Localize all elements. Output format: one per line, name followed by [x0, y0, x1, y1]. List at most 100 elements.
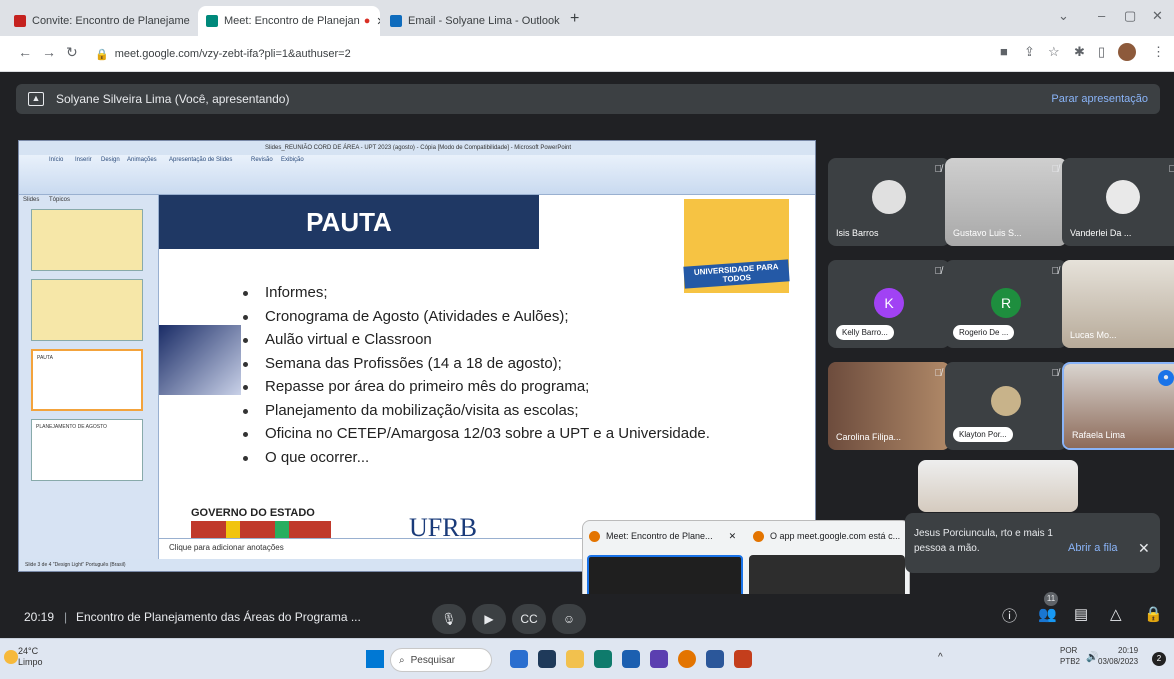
- participant-tile[interactable]: 🎙̸ Isis Barros: [828, 158, 950, 246]
- new-tab-button[interactable]: +: [570, 10, 579, 28]
- menu-icon[interactable]: ⋮: [1152, 44, 1165, 60]
- mic-off-icon: 🎙̸: [1051, 164, 1060, 175]
- participant-tile[interactable]: Lucas Mo...: [1062, 260, 1174, 348]
- participant-tile[interactable]: 🎙̸ Klayton Por...: [945, 362, 1067, 450]
- slide-heading: PAUTA: [159, 195, 539, 249]
- participant-name: Carolina Filipa...: [836, 432, 902, 442]
- close-icon[interactable]: ✕: [190, 15, 197, 28]
- thumb-title: PAUTA: [37, 355, 53, 361]
- star-icon[interactable]: ☆: [1048, 44, 1060, 60]
- browser-tab-invite[interactable]: Convite: Encontro de Planejame ✕: [6, 6, 196, 36]
- browser-tab-meet[interactable]: Meet: Encontro de Planejan ● ✕: [198, 6, 380, 36]
- participant-tile[interactable]: K 🎙̸ Kelly Barro...: [828, 260, 950, 348]
- windows-start-icon[interactable]: [366, 650, 384, 668]
- participant-tile-speaking[interactable]: ⦁ Rafaela Lima: [1062, 362, 1174, 450]
- people-count-badge: 11: [1044, 592, 1058, 606]
- participant-tile[interactable]: R 🎙̸ Rogerio De ...: [945, 260, 1067, 348]
- system-clock[interactable]: 20:19 03/08/2023: [1098, 645, 1138, 667]
- back-icon[interactable]: ←: [18, 44, 32, 60]
- minimize-icon[interactable]: –: [1098, 8, 1105, 23]
- close-window-icon[interactable]: ✕: [1152, 8, 1163, 24]
- meeting-title: Encontro de Planejamento das Áreas do Pr…: [76, 610, 361, 624]
- info-icon[interactable]: ⓘ: [1002, 605, 1017, 626]
- browser-tab-outlook[interactable]: Email - Solyane Lima - Outlook ✕: [382, 6, 562, 36]
- tab-search-icon[interactable]: ⌄: [1058, 8, 1069, 24]
- sidebar-icon[interactable]: ▯: [1098, 44, 1105, 60]
- open-queue-button[interactable]: Abrir a fila: [1068, 542, 1118, 554]
- agenda-item: Semana das Profissões (14 a 18 de agosto…: [239, 352, 710, 376]
- agenda-item: Cronograma de Agosto (Atividades e Aulõe…: [239, 305, 710, 329]
- agenda-list: Informes; Cronograma de Agosto (Atividad…: [239, 281, 710, 469]
- stop-presenting-button[interactable]: Parar apresentação: [1051, 93, 1148, 105]
- edge-icon[interactable]: [510, 650, 528, 668]
- participant-tile[interactable]: 🎙̸ Gustavo Luis S...: [945, 158, 1067, 246]
- taskbar-search[interactable]: ⌕ Pesquisar: [390, 648, 492, 672]
- agenda-item: Aulão virtual e Classroon: [239, 328, 710, 352]
- participant-tile[interactable]: [918, 460, 1078, 512]
- close-icon[interactable]: ✕: [1138, 540, 1150, 557]
- mic-button[interactable]: 🎙: [432, 604, 466, 634]
- agenda-item: Planejamento da mobilização/visita as es…: [239, 399, 710, 423]
- participant-avatar: K: [874, 288, 904, 318]
- chrome-icon[interactable]: [678, 650, 696, 668]
- app-icon[interactable]: [650, 650, 668, 668]
- close-icon[interactable]: ✕: [560, 15, 562, 28]
- url-text: meet.google.com/vzy-zebt-ifa?pli=1&authu…: [114, 48, 351, 60]
- preview-label: O app meet.google.com está c...: [770, 531, 901, 541]
- ribbon-tab: Exibição: [281, 157, 304, 163]
- store-icon[interactable]: [622, 650, 640, 668]
- share-icon[interactable]: ⇪: [1024, 44, 1035, 60]
- participant-name: Lucas Mo...: [1070, 330, 1117, 340]
- word-icon[interactable]: [706, 650, 724, 668]
- url-field[interactable]: 🔒 meet.google.com/vzy-zebt-ifa?pli=1&aut…: [95, 43, 975, 65]
- participant-tile[interactable]: 🎙̸ Carolina Filipa...: [828, 362, 950, 450]
- volume-icon[interactable]: 🔊: [1086, 652, 1098, 663]
- avatar[interactable]: [1118, 43, 1136, 61]
- participant-photo: [872, 180, 906, 214]
- preview-tab-notice[interactable]: O app meet.google.com está c...: [753, 525, 900, 547]
- ppt-ribbon: Início Inserir Design Animações Apresent…: [19, 155, 815, 195]
- slide-thumb: [31, 209, 143, 271]
- tray-chevron-icon[interactable]: ^: [938, 652, 943, 663]
- agenda-item: Informes;: [239, 281, 710, 305]
- gmail-icon: [14, 15, 26, 27]
- tab-label: Meet: Encontro de Planejan: [224, 15, 360, 27]
- participant-photo: [991, 386, 1021, 416]
- emoji-button[interactable]: ☺: [552, 604, 586, 634]
- agenda-item: Repasse por área do primeiro mês do prog…: [239, 375, 710, 399]
- browser-icon[interactable]: [594, 650, 612, 668]
- notification-icon[interactable]: 2: [1152, 652, 1166, 666]
- mic-off-icon: 🎙̸: [934, 164, 943, 175]
- camera-button[interactable]: ▶: [472, 604, 506, 634]
- captions-button[interactable]: CC: [512, 604, 546, 634]
- forward-icon[interactable]: →: [42, 44, 56, 60]
- camera-icon[interactable]: ■: [1000, 44, 1008, 59]
- reload-icon[interactable]: ↻: [66, 44, 78, 61]
- weather-widget[interactable]: 24°C Limpo: [18, 646, 43, 668]
- task-view-icon[interactable]: [538, 650, 556, 668]
- clock-time: 20:19: [1118, 646, 1139, 655]
- presenting-label: Solyane Silveira Lima (Você, apresentand…: [56, 92, 290, 106]
- close-icon[interactable]: ✕: [729, 531, 737, 542]
- weather-icon: [4, 650, 18, 664]
- extensions-icon[interactable]: ✱: [1074, 44, 1085, 60]
- bahia-logo: [191, 521, 331, 538]
- people-icon[interactable]: 👥: [1038, 605, 1057, 623]
- language-indicator[interactable]: POR PTB2: [1060, 645, 1080, 667]
- activities-icon[interactable]: △: [1110, 605, 1122, 623]
- host-controls-icon[interactable]: 🔒: [1144, 605, 1163, 623]
- powerpoint-icon[interactable]: [734, 650, 752, 668]
- participant-tile[interactable]: 🎙̸ Vanderlei Da ...: [1062, 158, 1174, 246]
- slide-thumb: PLANEJAMENTO DE AGOSTO: [31, 419, 143, 481]
- agenda-item: O que ocorrer...: [239, 446, 710, 470]
- file-explorer-icon[interactable]: [566, 650, 584, 668]
- participant-name: Rafaela Lima: [1072, 430, 1126, 440]
- chat-icon[interactable]: ▤: [1074, 605, 1088, 623]
- preview-tab-meet[interactable]: Meet: Encontro de Plane... ✕: [589, 525, 736, 547]
- participant-name: Rogerio De ...: [953, 325, 1015, 340]
- maximize-icon[interactable]: ▢: [1124, 8, 1136, 24]
- ufrb-logo: UFRB: [409, 513, 477, 538]
- lock-icon: 🔒: [95, 48, 109, 61]
- close-icon[interactable]: ✕: [370, 15, 380, 28]
- mic-off-icon: 🎙̸: [1168, 164, 1174, 175]
